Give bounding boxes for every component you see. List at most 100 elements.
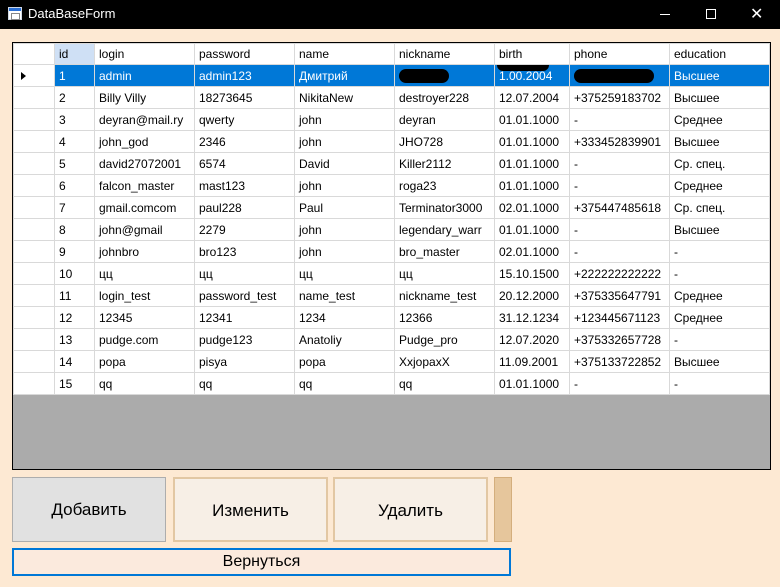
cell-birth[interactable]: 01.01.1000	[494, 130, 570, 153]
cell-education[interactable]: -	[669, 262, 770, 285]
row-header[interactable]	[13, 218, 55, 241]
cell-birth[interactable]: 12.07.2020	[494, 328, 570, 351]
row-header[interactable]	[13, 328, 55, 351]
cell-name[interactable]: name_test	[294, 284, 395, 307]
row-header[interactable]	[13, 350, 55, 373]
cell-education[interactable]: Среднее	[669, 284, 770, 307]
table-row[interactable]: 8 john@gmail 2279 john legendary_warr 01.01.1…	[13, 218, 770, 241]
column-header-id[interactable]: id	[54, 43, 95, 65]
cell-id[interactable]: 8	[54, 218, 95, 241]
cell-name[interactable]: john	[294, 130, 395, 153]
cell-phone[interactable]: +222222222222	[569, 262, 670, 285]
cell-id[interactable]: 11	[54, 284, 95, 307]
cell-phone[interactable]: +375335647791	[569, 284, 670, 307]
column-header-login[interactable]: login	[94, 43, 195, 65]
delete-button[interactable]: Удалить	[333, 477, 488, 542]
cell-id[interactable]: 6	[54, 174, 95, 197]
cell-password[interactable]: 6574	[194, 152, 295, 175]
column-header-nickname[interactable]: nickname	[394, 43, 495, 65]
row-header[interactable]	[13, 108, 55, 131]
cell-education[interactable]: Высшее	[669, 350, 770, 373]
cell-education[interactable]: -	[669, 372, 770, 395]
cell-nickname[interactable]: legendary_warr	[394, 218, 495, 241]
cell-id[interactable]: 3	[54, 108, 95, 131]
row-header[interactable]	[13, 306, 55, 329]
cell-education[interactable]: Высшее	[669, 64, 770, 87]
cell-id[interactable]: 2	[54, 86, 95, 109]
cell-phone[interactable]: -	[569, 372, 670, 395]
cell-phone[interactable]: -	[569, 218, 670, 241]
cell-name[interactable]: Дмитрий	[294, 64, 395, 87]
cell-login[interactable]: pudge.com	[94, 328, 195, 351]
cell-login[interactable]: john_god	[94, 130, 195, 153]
cell-phone[interactable]: -	[569, 240, 670, 263]
cell-name[interactable]: David	[294, 152, 395, 175]
cell-id[interactable]: 14	[54, 350, 95, 373]
cell-education[interactable]: Среднее	[669, 108, 770, 131]
cell-birth[interactable]: 11.09.2001	[494, 350, 570, 373]
cell-birth[interactable]: 01.01.1000	[494, 174, 570, 197]
cell-education[interactable]: Высшее	[669, 86, 770, 109]
cell-name[interactable]: 1234	[294, 306, 395, 329]
cell-login[interactable]: johnbro	[94, 240, 195, 263]
cell-education[interactable]: -	[669, 328, 770, 351]
cell-id[interactable]: 10	[54, 262, 95, 285]
edit-button[interactable]: Изменить	[173, 477, 328, 542]
cell-nickname[interactable]	[394, 64, 495, 87]
cell-login[interactable]: цц	[94, 262, 195, 285]
cell-login[interactable]: 12345	[94, 306, 195, 329]
cell-phone[interactable]: +375332657728	[569, 328, 670, 351]
cell-login[interactable]: qq	[94, 372, 195, 395]
table-row[interactable]: 2 Billy Villy 18273645 NikitaNew destroyer22…	[13, 86, 770, 109]
row-header[interactable]	[13, 284, 55, 307]
table-row[interactable]: 5 david27072001 6574 David Killer2112 01.01.1…	[13, 152, 770, 175]
table-row[interactable]: 1 admin admin123 Дмитрий 1.00.2004 Высшее	[13, 64, 770, 87]
column-header-password[interactable]: password	[194, 43, 295, 65]
table-row[interactable]: 13 pudge.com pudge123 Anatoliy Pudge_pro 12.0…	[13, 328, 770, 351]
cell-name[interactable]: john	[294, 108, 395, 131]
add-button[interactable]: Добавить	[12, 477, 166, 542]
cell-phone[interactable]: +123445671123	[569, 306, 670, 329]
data-grid[interactable]: id login password name nickname birth ph…	[12, 42, 771, 470]
cell-password[interactable]: qwerty	[194, 108, 295, 131]
column-header-name[interactable]: name	[294, 43, 395, 65]
cell-name[interactable]: Anatoliy	[294, 328, 395, 351]
cell-nickname[interactable]: destroyer228	[394, 86, 495, 109]
cell-phone[interactable]: -	[569, 174, 670, 197]
cell-education[interactable]: Высшее	[669, 130, 770, 153]
cell-nickname[interactable]: Pudge_pro	[394, 328, 495, 351]
cell-phone[interactable]: +375133722852	[569, 350, 670, 373]
cell-name[interactable]: Paul	[294, 196, 395, 219]
row-header[interactable]	[13, 240, 55, 263]
cell-password[interactable]: mast123	[194, 174, 295, 197]
cell-password[interactable]: 2279	[194, 218, 295, 241]
back-button[interactable]: Вернуться	[12, 548, 511, 576]
cell-password[interactable]: admin123	[194, 64, 295, 87]
cell-password[interactable]: qq	[194, 372, 295, 395]
cell-birth[interactable]: 12.07.2004	[494, 86, 570, 109]
cell-login[interactable]: popa	[94, 350, 195, 373]
table-row[interactable]: 9 johnbro bro123 john bro_master 02.01.1000- -	[13, 240, 770, 263]
cell-nickname[interactable]: bro_master	[394, 240, 495, 263]
cell-nickname[interactable]: 12366	[394, 306, 495, 329]
row-header[interactable]	[13, 130, 55, 153]
cell-phone[interactable]	[569, 64, 670, 87]
row-header[interactable]	[13, 86, 55, 109]
table-row[interactable]: 4 john_god 2346 john JHO728 01.01.1000 +333452…	[13, 130, 770, 153]
cell-phone[interactable]: +375447485618	[569, 196, 670, 219]
row-header[interactable]	[13, 174, 55, 197]
cell-login[interactable]: admin	[94, 64, 195, 87]
cell-name[interactable]: john	[294, 218, 395, 241]
corner-header[interactable]	[13, 43, 55, 65]
column-header-birth[interactable]: birth	[494, 43, 570, 65]
cell-education[interactable]: Ср. спец.	[669, 196, 770, 219]
cell-login[interactable]: john@gmail	[94, 218, 195, 241]
cell-login[interactable]: falcon_master	[94, 174, 195, 197]
maximize-button[interactable]	[688, 0, 734, 29]
row-header[interactable]	[13, 372, 55, 395]
cell-id[interactable]: 1	[54, 64, 95, 87]
cell-nickname[interactable]: Terminator3000	[394, 196, 495, 219]
cell-birth[interactable]: 02.01.1000	[494, 240, 570, 263]
table-row[interactable]: 7 gmail.comcom paul228 Paul Terminator3000 02…	[13, 196, 770, 219]
row-header[interactable]	[13, 64, 55, 87]
